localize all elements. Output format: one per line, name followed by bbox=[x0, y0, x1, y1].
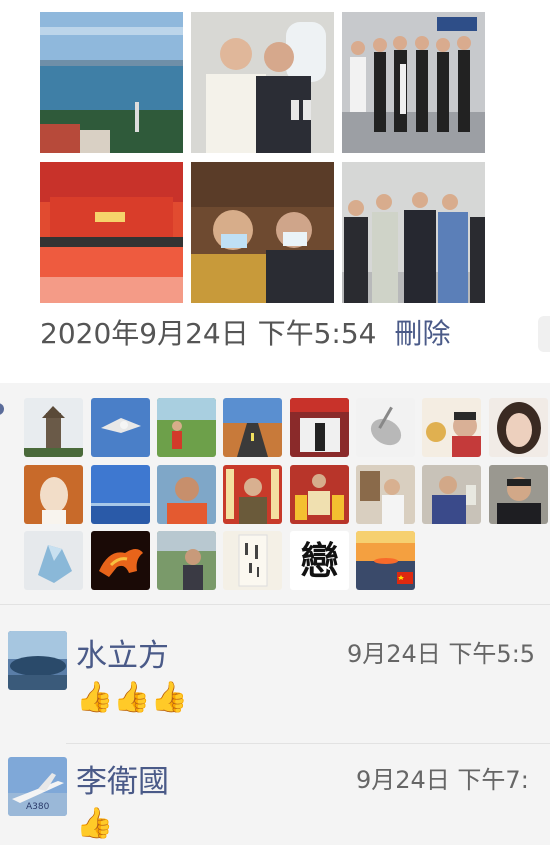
avatar-award-ceremony[interactable] bbox=[290, 465, 349, 524]
avatar-pagoda[interactable] bbox=[24, 398, 83, 457]
comment-divider bbox=[66, 743, 550, 744]
post-timestamp: 2020年9月24日 下午5:54 bbox=[40, 317, 377, 350]
comments-divider bbox=[0, 604, 550, 605]
heart-icon bbox=[0, 403, 4, 415]
photo-group-airport[interactable] bbox=[342, 12, 485, 153]
commenter-name[interactable]: 水立方 bbox=[76, 630, 169, 675]
avatar-man-portrait[interactable] bbox=[157, 465, 216, 524]
post-meta: 2020年9月24日 下午5:54 刪除 bbox=[40, 314, 451, 354]
avatar-sunset-flag[interactable] bbox=[356, 531, 415, 590]
avatar-man-outdoor[interactable] bbox=[157, 531, 216, 590]
commenter-avatar[interactable] bbox=[8, 631, 67, 690]
avatar-text: 戀 bbox=[300, 539, 338, 583]
avatar-black-text[interactable]: 戀 bbox=[290, 531, 349, 590]
avatar-man-suit[interactable] bbox=[422, 465, 481, 524]
comment-time: 9月24日 下午5:5 bbox=[347, 640, 536, 668]
avatar-man-selfie[interactable] bbox=[489, 465, 548, 524]
photo-conference-hall[interactable] bbox=[40, 162, 183, 303]
avatar-figurine[interactable] bbox=[24, 465, 83, 524]
comment-text: 👍 bbox=[76, 806, 114, 841]
avatar-storefront[interactable] bbox=[290, 398, 349, 457]
avatar-art-gallery[interactable] bbox=[356, 465, 415, 524]
avatar-woman-portrait[interactable] bbox=[489, 398, 548, 457]
comment-text: 👍👍👍 bbox=[76, 680, 189, 715]
avatar-crystal[interactable] bbox=[24, 531, 83, 590]
delete-link[interactable]: 刪除 bbox=[394, 317, 450, 350]
photo-two-men-airplane[interactable] bbox=[191, 12, 334, 153]
avatar-fire-horse[interactable] bbox=[91, 531, 150, 590]
avatar-man-banner[interactable] bbox=[223, 465, 282, 524]
avatar-violin[interactable] bbox=[356, 398, 415, 457]
avatar-calligraphy[interactable] bbox=[223, 531, 282, 590]
avatar-text: A380 bbox=[26, 802, 50, 812]
photo-group-indoor[interactable] bbox=[342, 162, 485, 303]
more-button[interactable] bbox=[538, 316, 550, 352]
photo-seaside-town[interactable] bbox=[40, 12, 183, 153]
avatar-road[interactable] bbox=[223, 398, 282, 457]
avatar-ocean-sky[interactable] bbox=[91, 465, 150, 524]
avatar-eagle[interactable] bbox=[91, 398, 150, 457]
commenter-name[interactable]: 李衛國 bbox=[76, 756, 169, 801]
photo-two-men-masks[interactable] bbox=[191, 162, 334, 303]
avatar-woman-cake[interactable] bbox=[422, 398, 481, 457]
avatar-garden-person[interactable] bbox=[157, 398, 216, 457]
comment-time: 9月24日 下午7: bbox=[356, 766, 529, 794]
commenter-avatar[interactable]: A380 bbox=[8, 757, 67, 816]
